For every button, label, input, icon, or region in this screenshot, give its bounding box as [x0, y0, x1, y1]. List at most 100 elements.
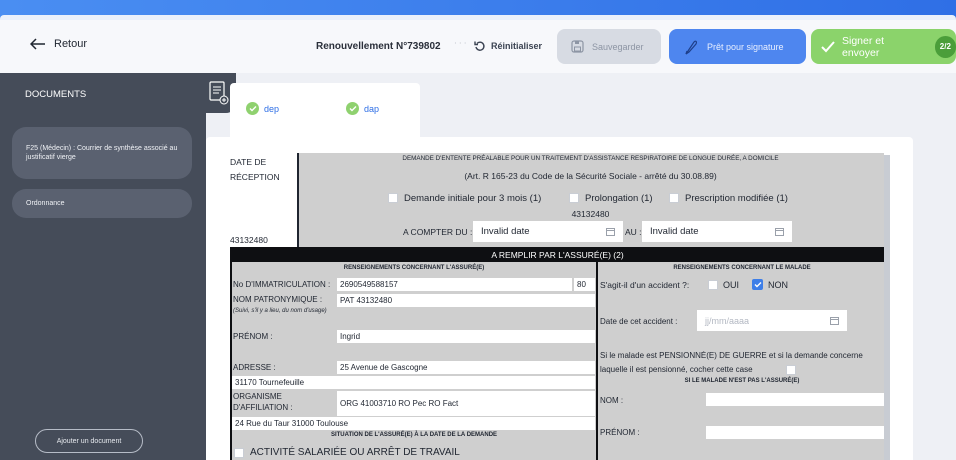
checkmark-icon	[754, 282, 761, 288]
accident-no-checkbox[interactable]	[752, 279, 763, 290]
sidebar-item-ordonnance[interactable]: Ordonnance	[12, 189, 192, 218]
calendar-icon	[830, 317, 839, 325]
prolongation-checkbox[interactable]	[569, 193, 579, 203]
back-button[interactable]: Retour	[30, 38, 87, 50]
option-label: Demande initiale pour 3 mois (1)	[404, 193, 542, 204]
tab-dep[interactable]: dep	[246, 102, 279, 115]
patient-first-name-label: PRÉNOM :	[600, 428, 640, 437]
check-circle-icon	[246, 102, 259, 115]
form-subheading: (Art. R 165-23 du Code de la Sécurité So…	[464, 171, 717, 181]
sidebar-title: DOCUMENTS	[25, 89, 87, 100]
accident-date-input[interactable]: jj/mm/aaaa	[697, 310, 847, 331]
name-value: PAT 43132480	[340, 296, 393, 305]
to-date-input[interactable]: Invalid date	[642, 221, 792, 242]
org-label: ORGANISME D'AFFILIATION :	[233, 392, 293, 412]
check-circle-icon	[346, 102, 359, 115]
save-button[interactable]: Sauvegarder	[557, 29, 661, 64]
reset-label: Réinitialiser	[491, 41, 543, 51]
patient-name-label: NOM :	[600, 396, 624, 405]
accident-date-placeholder: jj/mm/aaaa	[705, 315, 750, 326]
org-address-value: 24 Rue du Taur 31000 Toulouse	[235, 419, 349, 428]
reception-date-label: DATE DE RÉCEPTION	[230, 157, 280, 182]
name-note: (Suivi, s'il y a lieu, du nom d'usage)	[233, 308, 327, 314]
address-value: 25 Avenue de Gascogne	[340, 363, 428, 372]
tab-label: dap	[364, 103, 380, 114]
from-date-label: A COMPTER DU :	[403, 227, 473, 237]
war-pension-checkbox[interactable]	[786, 365, 796, 375]
name-label: NOM PATRONYMIQUE :	[233, 295, 323, 304]
calendar-icon	[606, 228, 615, 236]
option-label: Prolongation (1)	[585, 193, 653, 204]
reference-number: 43132480	[571, 209, 610, 219]
situation-title: SITUATION DE L'ASSURÉ(E) À LA DATE DE LA…	[330, 432, 498, 438]
band-title: A REMPLIR PAR L'ASSURÉ(E) (2)	[491, 250, 624, 260]
address-input[interactable]: 25 Avenue de Gascogne	[337, 361, 595, 374]
form-heading: DEMANDE D'ENTENTE PRÉALABLE POUR UN TRAI…	[402, 155, 779, 162]
separator-dots: ⋅⋅⋅	[454, 38, 469, 48]
immat-value: 2690549588157	[340, 280, 398, 289]
sidebar-item-label: Ordonnance	[26, 199, 65, 207]
save-icon	[571, 40, 584, 53]
immat-key-value: 80	[577, 280, 586, 289]
documents-sidebar: DOCUMENTS F25 (Médecin) : Courrier de sy…	[0, 73, 206, 460]
top-toolbar: Retour Renouvellement N°739802 ⋅⋅⋅ Réini…	[0, 20, 956, 73]
immat-key-input[interactable]: 80	[574, 278, 595, 291]
from-date-input[interactable]: Invalid date	[473, 221, 623, 242]
to-date-label: AU :	[625, 227, 642, 237]
document-add-icon	[209, 81, 229, 105]
org-input[interactable]: ORG 41003710 RO Pec RO Fact	[337, 391, 595, 416]
initial-request-checkbox[interactable]	[388, 193, 398, 203]
from-date-value: Invalid date	[481, 226, 530, 237]
org-value: ORG 41003710 RO Pec RO Fact	[340, 399, 459, 408]
situation-option: ACTIVITÉ SALARIÉE OU ARRÊT DE TRAVAIL	[250, 447, 460, 458]
patient-first-name-input[interactable]	[706, 426, 884, 439]
not-insured-title: SI LE MALADE N'EST PAS L'ASSURÉ(E)	[684, 378, 800, 384]
ready-for-signature-button[interactable]: Prêt pour signature	[669, 29, 806, 64]
salaried-activity-checkbox[interactable]	[234, 448, 244, 458]
insured-section-title: RENSEIGNEMENTS CONCERNANT L'ASSURÉ(E)	[343, 265, 485, 271]
reset-button[interactable]: Réinitialiser	[474, 40, 542, 52]
step-badge: 2/2	[934, 35, 956, 58]
save-label: Sauvegarder	[592, 41, 644, 52]
city-input[interactable]: 31170 Tournefeuille	[232, 376, 595, 389]
top-accent-bar	[0, 0, 956, 20]
back-label: Retour	[54, 38, 88, 50]
reset-icon	[474, 41, 485, 51]
org-address-input[interactable]: 24 Rue du Taur 31000 Toulouse	[232, 417, 595, 430]
first-name-input[interactable]: Ingrid	[337, 330, 595, 343]
first-name-value: Ingrid	[340, 332, 361, 341]
patient-section-title: RENSEIGNEMENTS CONCERNANT LE MALADE	[673, 265, 811, 271]
document-title: Renouvellement N°739802	[316, 41, 441, 52]
calendar-icon	[775, 228, 784, 236]
tab-label: dep	[264, 103, 280, 114]
ready-label: Prêt pour signature	[707, 41, 784, 52]
war-pension-text: Si le malade est PENSIONNÉ(E) DE GUERRE …	[600, 351, 863, 360]
feather-pen-icon	[685, 40, 697, 54]
war-pension-text-2: laquelle il est pensionné, cocher cette …	[600, 365, 753, 374]
tab-dap[interactable]: dap	[346, 102, 379, 115]
immat-label: No D'IMMATRICULATION :	[233, 280, 331, 289]
first-name-label: PRÉNOM :	[233, 332, 273, 341]
add-document-button[interactable]: Ajouter un document	[35, 429, 143, 453]
yes-label: OUI	[723, 280, 740, 290]
form-scrollbar[interactable]	[884, 155, 890, 460]
sign-and-send-button[interactable]: Signer et envoyer 2/2	[811, 29, 956, 64]
name-input[interactable]: PAT 43132480	[337, 294, 595, 307]
to-date-value: Invalid date	[650, 226, 699, 237]
reception-number: 43132480	[230, 235, 268, 245]
no-label: NON	[768, 280, 788, 290]
sidebar-item-label: F25 (Médecin) : Courrier de synthèse ass…	[26, 144, 178, 162]
option-label: Prescription modifiée (1)	[685, 193, 788, 204]
patient-name-input[interactable]	[706, 393, 884, 406]
immat-input[interactable]: 2690549588157	[337, 278, 572, 291]
form-tabs: dep dap	[230, 83, 420, 143]
checkmark-icon	[821, 40, 835, 52]
modified-prescription-checkbox[interactable]	[669, 193, 679, 203]
accident-yes-checkbox[interactable]	[708, 280, 718, 290]
sidebar-item-f25[interactable]: F25 (Médecin) : Courrier de synthèse ass…	[12, 127, 192, 179]
accident-question: S'agit-il d'un accident ?:	[600, 280, 690, 290]
arrow-left-icon	[30, 38, 45, 50]
accident-date-label: Date de cet accident :	[600, 317, 678, 326]
sign-label: Signer et envoyer	[842, 34, 885, 59]
city-value: 31170 Tournefeuille	[235, 378, 305, 387]
